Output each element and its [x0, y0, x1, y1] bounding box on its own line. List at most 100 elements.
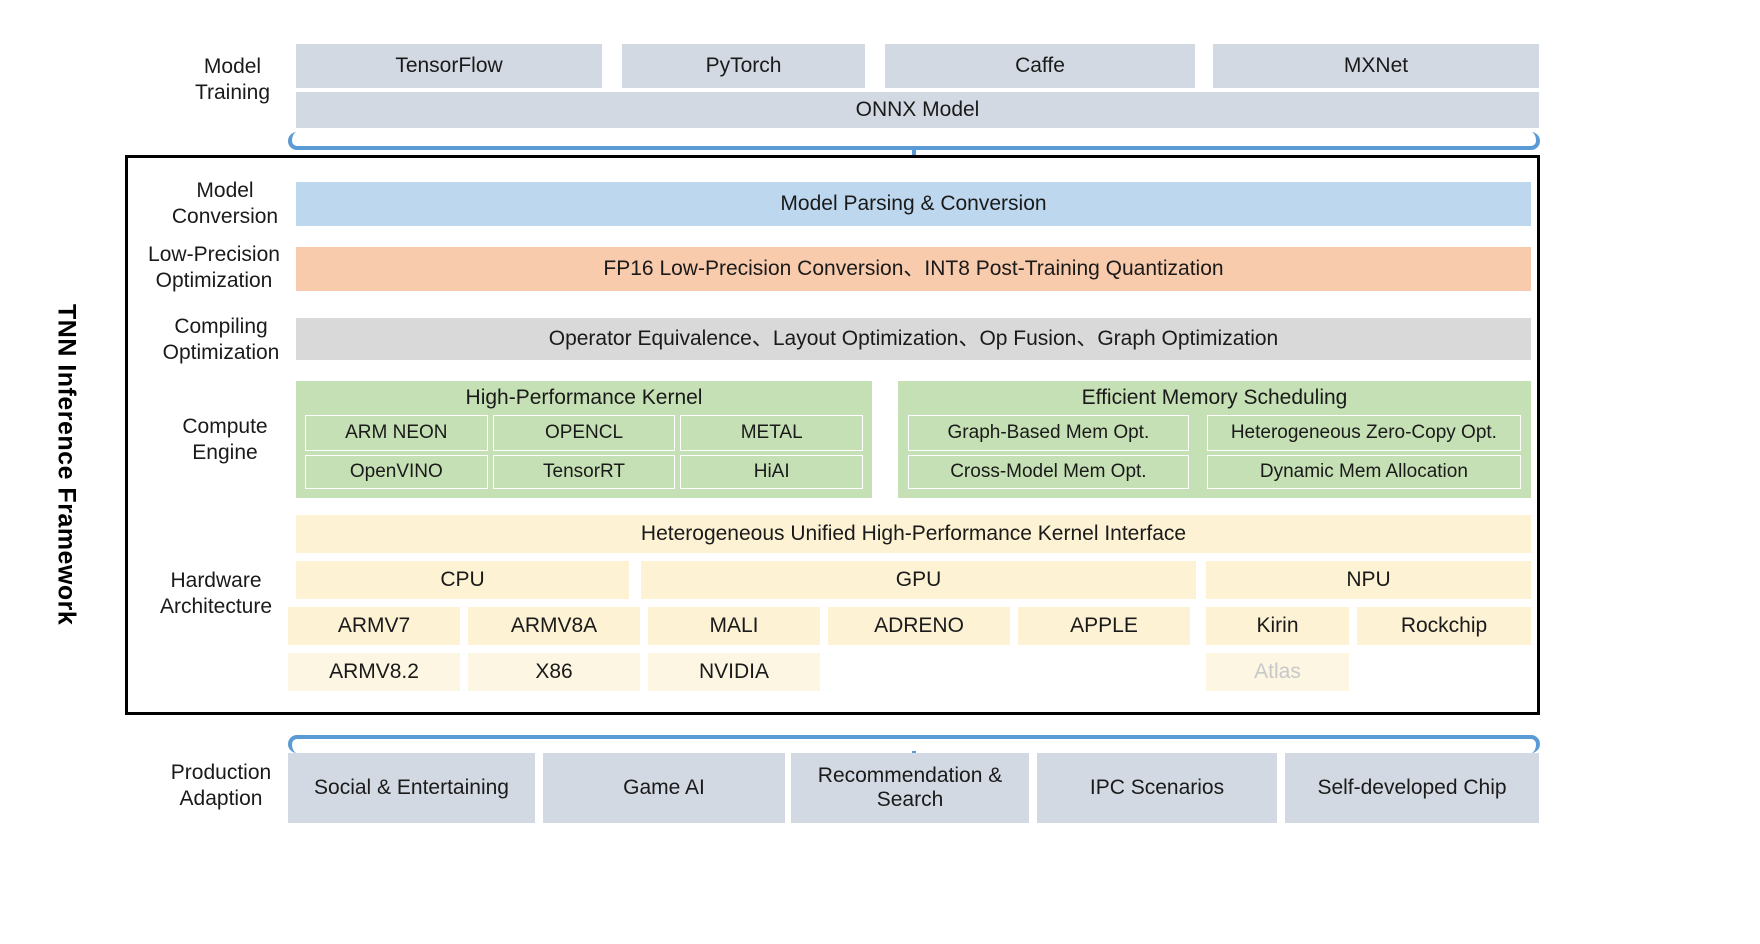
production-item-social-entertaining[interactable]: Social & Entertaining — [288, 753, 535, 823]
hardware-category-npu-label: NPU — [1346, 567, 1391, 591]
row-label-compiling-line1: Compiling — [174, 315, 268, 339]
low-precision-bar[interactable]: FP16 Low-Precision Conversion、INT8 Post-… — [296, 247, 1531, 291]
hardware-item-atlas[interactable]: Atlas — [1206, 653, 1349, 691]
hardware-item-armv82-label: ARMV8.2 — [329, 659, 419, 683]
kernel-tile-openvino[interactable]: OpenVINO — [305, 455, 488, 489]
kernel-tile-hiai[interactable]: HiAI — [680, 455, 864, 489]
kernel-tile-metal-label: METAL — [740, 421, 803, 443]
hardware-item-apple-label: APPLE — [1070, 613, 1138, 637]
row-label-low-precision-line1: Low-Precision — [148, 243, 280, 267]
hardware-item-armv82[interactable]: ARMV8.2 — [288, 653, 460, 691]
compiling-label: Operator Equivalence、Layout Optimization… — [548, 326, 1279, 350]
panel-high-performance-kernel: High-Performance Kernel ARM NEON OPENCL … — [296, 381, 872, 498]
kernel-tile-opencl-label: OPENCL — [544, 421, 624, 443]
hardware-item-x86-label: X86 — [535, 659, 573, 683]
production-item-recommendation-search-label: Recommendation & Search — [817, 763, 1003, 811]
hardware-item-atlas-label: Atlas — [1254, 659, 1301, 683]
row-label-model-conversion-line2: Conversion — [171, 205, 279, 228]
memory-tile-cross-model-mem-opt-label: Cross-Model Mem Opt. — [950, 460, 1147, 482]
memory-tile-cross-model-mem-opt[interactable]: Cross-Model Mem Opt. — [908, 455, 1189, 489]
production-item-self-developed-chip[interactable]: Self-developed Chip — [1285, 753, 1539, 823]
panel-high-performance-kernel-title-label: High-Performance Kernel — [465, 385, 703, 409]
memory-tile-dynamic-mem-allocation-label: Dynamic Mem Allocation — [1259, 460, 1468, 482]
kernel-tile-tensorrt[interactable]: TensorRT — [492, 455, 676, 489]
row-label-compute-engine-line2: Engine — [192, 441, 258, 464]
row-label-low-precision-line2: Optimization — [155, 269, 273, 292]
memory-tile-heterogeneous-zero-copy-opt[interactable]: Heterogeneous Zero-Copy Opt. — [1206, 415, 1521, 451]
hardware-item-adreno[interactable]: ADRENO — [828, 607, 1010, 645]
hardware-item-kirin[interactable]: Kirin — [1206, 607, 1349, 645]
hardware-category-gpu-label: GPU — [895, 567, 942, 591]
compiling-bar[interactable]: Operator Equivalence、Layout Optimization… — [296, 318, 1531, 360]
hardware-category-cpu[interactable]: CPU — [296, 561, 629, 599]
row-label-production: Production Adaption — [150, 758, 292, 814]
row-label-model-training-line2: Training — [194, 81, 271, 104]
hardware-item-armv8a-label: ARMV8A — [510, 613, 598, 637]
row-label-model-conversion: Model Conversion — [160, 176, 290, 232]
memory-tile-graph-based-mem-opt-label: Graph-Based Mem Opt. — [947, 421, 1150, 443]
hardware-item-rockchip-label: Rockchip — [1400, 613, 1488, 637]
panel-efficient-memory-scheduling: Efficient Memory Scheduling Graph-Based … — [898, 381, 1531, 498]
hardware-item-apple[interactable]: APPLE — [1018, 607, 1190, 645]
model-conversion-bar[interactable]: Model Parsing & Conversion — [296, 182, 1531, 226]
panel-efficient-memory-scheduling-title-label: Efficient Memory Scheduling — [1081, 385, 1348, 409]
hardware-kernel-interface-bar[interactable]: Heterogeneous Unified High-Performance K… — [296, 515, 1531, 553]
row-label-compiling-line2: Optimization — [162, 341, 280, 364]
row-label-model-conversion-line1: Model — [196, 179, 254, 203]
production-item-social-entertaining-label: Social & Entertaining — [314, 775, 509, 799]
framework-mxnet-label: MXNet — [1343, 53, 1409, 77]
memory-tile-dynamic-mem-allocation[interactable]: Dynamic Mem Allocation — [1206, 455, 1521, 489]
row-label-compute-engine-line1: Compute — [182, 415, 268, 439]
kernel-tile-openvino-label: OpenVINO — [349, 460, 443, 482]
memory-tile-heterogeneous-zero-copy-opt-label: Heterogeneous Zero-Copy Opt. — [1230, 421, 1497, 443]
row-label-hardware: Hardware Architecture — [140, 566, 292, 622]
hardware-item-rockchip[interactable]: Rockchip — [1357, 607, 1531, 645]
hardware-item-mali-label: MALI — [709, 613, 759, 637]
production-item-ipc-scenarios[interactable]: IPC Scenarios — [1037, 753, 1277, 823]
onnx-model-label: ONNX Model — [855, 97, 980, 121]
production-item-recommendation-search[interactable]: Recommendation & Search — [791, 753, 1029, 823]
hardware-category-cpu-label: CPU — [440, 567, 485, 591]
hardware-category-gpu[interactable]: GPU — [641, 561, 1196, 599]
row-label-compute-engine: Compute Engine — [160, 412, 290, 468]
row-label-production-line1: Production — [170, 761, 272, 785]
kernel-tile-hiai-label: HiAI — [753, 460, 790, 482]
production-item-game-ai[interactable]: Game AI — [543, 753, 785, 823]
kernel-tile-arm-neon[interactable]: ARM NEON — [305, 415, 488, 451]
hardware-item-adreno-label: ADRENO — [874, 613, 964, 637]
framework-pytorch[interactable]: PyTorch — [622, 44, 865, 88]
framework-vertical-title: TNN Inference Framework — [36, 250, 96, 680]
kernel-tile-arm-neon-label: ARM NEON — [345, 421, 448, 443]
onnx-model-bar[interactable]: ONNX Model — [296, 92, 1539, 128]
production-item-game-ai-label: Game AI — [623, 775, 705, 799]
low-precision-label: FP16 Low-Precision Conversion、INT8 Post-… — [603, 256, 1224, 280]
framework-vertical-title-label: TNN Inference Framework — [52, 304, 81, 626]
hardware-category-npu[interactable]: NPU — [1206, 561, 1531, 599]
framework-tensorflow-label: TensorFlow — [395, 53, 503, 77]
memory-tile-graph-based-mem-opt[interactable]: Graph-Based Mem Opt. — [908, 415, 1189, 451]
hardware-item-armv7[interactable]: ARMV7 — [288, 607, 460, 645]
row-label-production-line2: Adaption — [179, 787, 263, 810]
model-conversion-label: Model Parsing & Conversion — [780, 191, 1047, 215]
hardware-kernel-interface-label: Heterogeneous Unified High-Performance K… — [640, 521, 1187, 545]
row-label-model-training-line1: Model — [203, 55, 262, 79]
hardware-item-mali[interactable]: MALI — [648, 607, 820, 645]
framework-mxnet[interactable]: MXNet — [1213, 44, 1539, 88]
hardware-item-armv8a[interactable]: ARMV8A — [468, 607, 640, 645]
hardware-item-nvidia-label: NVIDIA — [698, 659, 769, 683]
framework-tensorflow[interactable]: TensorFlow — [296, 44, 602, 88]
panel-high-performance-kernel-title: High-Performance Kernel — [296, 381, 872, 415]
row-label-hardware-line1: Hardware — [170, 569, 262, 593]
row-label-model-training: Model Training — [175, 50, 290, 110]
hardware-item-nvidia[interactable]: NVIDIA — [648, 653, 820, 691]
row-label-low-precision: Low-Precision Optimization — [136, 240, 292, 296]
production-item-self-developed-chip-label: Self-developed Chip — [1317, 775, 1507, 799]
kernel-tile-opencl[interactable]: OPENCL — [492, 415, 676, 451]
framework-caffe[interactable]: Caffe — [885, 44, 1195, 88]
hardware-item-x86[interactable]: X86 — [468, 653, 640, 691]
row-label-hardware-line2: Architecture — [159, 595, 273, 618]
hardware-item-kirin-label: Kirin — [1256, 613, 1299, 637]
panel-efficient-memory-scheduling-title: Efficient Memory Scheduling — [898, 381, 1531, 415]
kernel-tile-metal[interactable]: METAL — [680, 415, 864, 451]
hardware-item-armv7-label: ARMV7 — [337, 613, 411, 637]
